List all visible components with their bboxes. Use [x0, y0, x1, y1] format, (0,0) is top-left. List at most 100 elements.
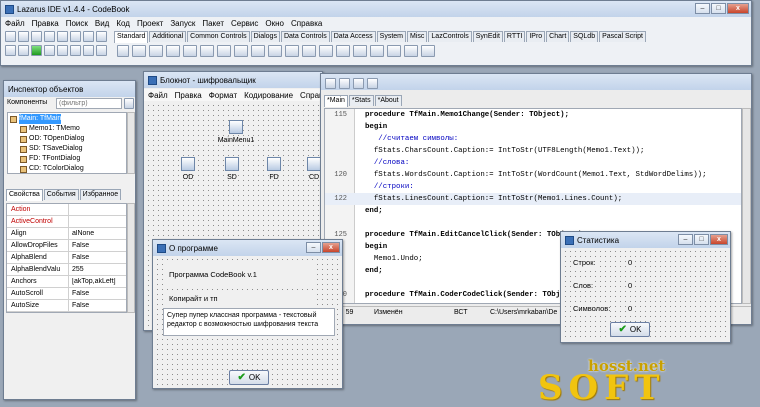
- form-menu-item-0[interactable]: Файл: [148, 91, 168, 100]
- property-row[interactable]: AutoScroll False: [7, 288, 126, 300]
- palette-tab-14[interactable]: Pascal Script: [599, 31, 646, 42]
- tree-item[interactable]: OD: TOpenDialog: [10, 134, 124, 144]
- tscrollbar-icon[interactable]: [319, 45, 333, 57]
- filter-clear-icon[interactable]: [124, 98, 134, 109]
- run-icon[interactable]: [31, 45, 42, 56]
- tframe-icon[interactable]: [404, 45, 418, 57]
- view-forms-icon[interactable]: [96, 31, 107, 42]
- about-minimize-button[interactable]: –: [306, 242, 321, 253]
- pointer-icon[interactable]: [117, 45, 129, 57]
- editor-tab-0[interactable]: *Main: [324, 95, 348, 107]
- save-all-icon[interactable]: [57, 31, 68, 42]
- stats-maximize-button[interactable]: □: [694, 234, 709, 245]
- jump-forward-icon[interactable]: [367, 78, 378, 89]
- od-component[interactable]: OD: [174, 157, 202, 181]
- palette-tab-12[interactable]: Chart: [546, 31, 570, 42]
- tlistbox-icon[interactable]: [285, 45, 299, 57]
- maximize-button[interactable]: □: [711, 3, 726, 14]
- property-value[interactable]: False: [69, 242, 89, 249]
- tree-item[interactable]: FD: TFontDialog: [10, 154, 124, 164]
- menu-item-7[interactable]: Пакет: [202, 19, 224, 28]
- menu-item-9[interactable]: Окно: [265, 19, 284, 28]
- tree-scrollbar[interactable]: [127, 112, 135, 174]
- menu-item-10[interactable]: Справка: [291, 19, 322, 28]
- stats-close-button[interactable]: x: [710, 234, 728, 245]
- menu-item-8[interactable]: Сервис: [231, 19, 258, 28]
- inspector-tab-0[interactable]: Свойства: [6, 189, 43, 201]
- pause-icon[interactable]: [44, 45, 55, 56]
- menu-item-2[interactable]: Поиск: [66, 19, 88, 28]
- menu-item-3[interactable]: Вид: [95, 19, 109, 28]
- property-row[interactable]: ActiveControl: [7, 216, 126, 228]
- stats-minimize-button[interactable]: –: [678, 234, 693, 245]
- property-scrollbar[interactable]: [127, 203, 135, 313]
- tradiogroup-icon[interactable]: [353, 45, 367, 57]
- property-row[interactable]: Align alNone: [7, 228, 126, 240]
- palette-tab-8[interactable]: LazControls: [428, 31, 472, 42]
- tcheckgroup-icon[interactable]: [370, 45, 384, 57]
- close-file-icon[interactable]: [70, 31, 81, 42]
- about-close-button[interactable]: x: [322, 242, 340, 253]
- about-ok-button[interactable]: ✔ OK: [229, 370, 269, 385]
- menu-item-0[interactable]: Файл: [5, 19, 25, 28]
- mainmenu-component[interactable]: MainMenu1: [216, 120, 256, 144]
- save-icon[interactable]: [44, 31, 55, 42]
- property-value[interactable]: False: [69, 302, 89, 309]
- form-menu-item-1[interactable]: Правка: [175, 91, 202, 100]
- view-units-icon[interactable]: [83, 31, 94, 42]
- palette-tab-6[interactable]: System: [376, 31, 407, 42]
- minimize-button[interactable]: –: [695, 3, 710, 14]
- menu-item-5[interactable]: Проект: [137, 19, 163, 28]
- palette-tab-10[interactable]: RTTI: [503, 31, 526, 42]
- fd-component[interactable]: FD: [260, 157, 288, 181]
- inspector-tab-2[interactable]: Избранное: [79, 189, 122, 200]
- property-row[interactable]: Anchors [akTop,akLeft]: [7, 276, 126, 288]
- palette-tab-0[interactable]: Standard: [114, 31, 149, 43]
- jump-back-icon[interactable]: [353, 78, 364, 89]
- tmainmenu-icon[interactable]: [132, 45, 146, 57]
- ttogglebox-icon[interactable]: [234, 45, 248, 57]
- palette-tab-3[interactable]: Dialogs: [250, 31, 280, 42]
- tpanel-icon[interactable]: [387, 45, 401, 57]
- menu-item-1[interactable]: Правка: [32, 19, 59, 28]
- tree-item[interactable]: SD: TSaveDialog: [10, 144, 124, 154]
- tedit-icon[interactable]: [200, 45, 214, 57]
- open-icon[interactable]: [31, 31, 42, 42]
- property-value[interactable]: 255: [69, 266, 84, 273]
- new-unit-icon[interactable]: [5, 31, 16, 42]
- editor-tab-2[interactable]: *About: [374, 95, 402, 106]
- form-menu-item-3[interactable]: Кодирование: [244, 91, 293, 100]
- editor-tab-1[interactable]: *Stats: [348, 95, 374, 106]
- new-form-icon[interactable]: [18, 31, 29, 42]
- tmemo-icon[interactable]: [217, 45, 231, 57]
- tcheckbox-icon[interactable]: [251, 45, 265, 57]
- property-value[interactable]: [akTop,akLeft]: [69, 278, 116, 285]
- property-row[interactable]: AutoSize False: [7, 300, 126, 312]
- sd-component[interactable]: SD: [218, 157, 246, 181]
- tree-item[interactable]: Memo1: TMemo: [10, 124, 124, 134]
- step-over-icon[interactable]: [83, 45, 94, 56]
- stats-ok-button[interactable]: ✔ OK: [610, 322, 650, 337]
- editor-tool-icon[interactable]: [325, 78, 336, 89]
- palette-tab-13[interactable]: SQLdb: [570, 31, 599, 42]
- palette-tab-9[interactable]: SynEdit: [472, 31, 503, 42]
- property-row[interactable]: Action: [7, 204, 126, 216]
- property-row[interactable]: AllowDropFiles False: [7, 240, 126, 252]
- stop-icon[interactable]: [57, 45, 68, 56]
- tree-item[interactable]: fMain: TfMain: [10, 114, 124, 124]
- editor-dropdown-icon[interactable]: [339, 78, 350, 89]
- project-options-icon[interactable]: [18, 45, 29, 56]
- tradiobutton-icon[interactable]: [268, 45, 282, 57]
- menu-item-6[interactable]: Запуск: [170, 19, 195, 28]
- palette-tab-1[interactable]: Additional: [149, 31, 187, 42]
- code-scrollbar[interactable]: [742, 108, 751, 304]
- tcombobox-icon[interactable]: [302, 45, 316, 57]
- property-row[interactable]: AlphaBlend False: [7, 252, 126, 264]
- tlabel-icon[interactable]: [183, 45, 197, 57]
- tpopupmenu-icon[interactable]: [149, 45, 163, 57]
- property-value[interactable]: False: [69, 290, 89, 297]
- step-into-icon[interactable]: [70, 45, 81, 56]
- step-out-icon[interactable]: [96, 45, 107, 56]
- tbutton-icon[interactable]: [166, 45, 180, 57]
- menu-item-4[interactable]: Код: [116, 19, 130, 28]
